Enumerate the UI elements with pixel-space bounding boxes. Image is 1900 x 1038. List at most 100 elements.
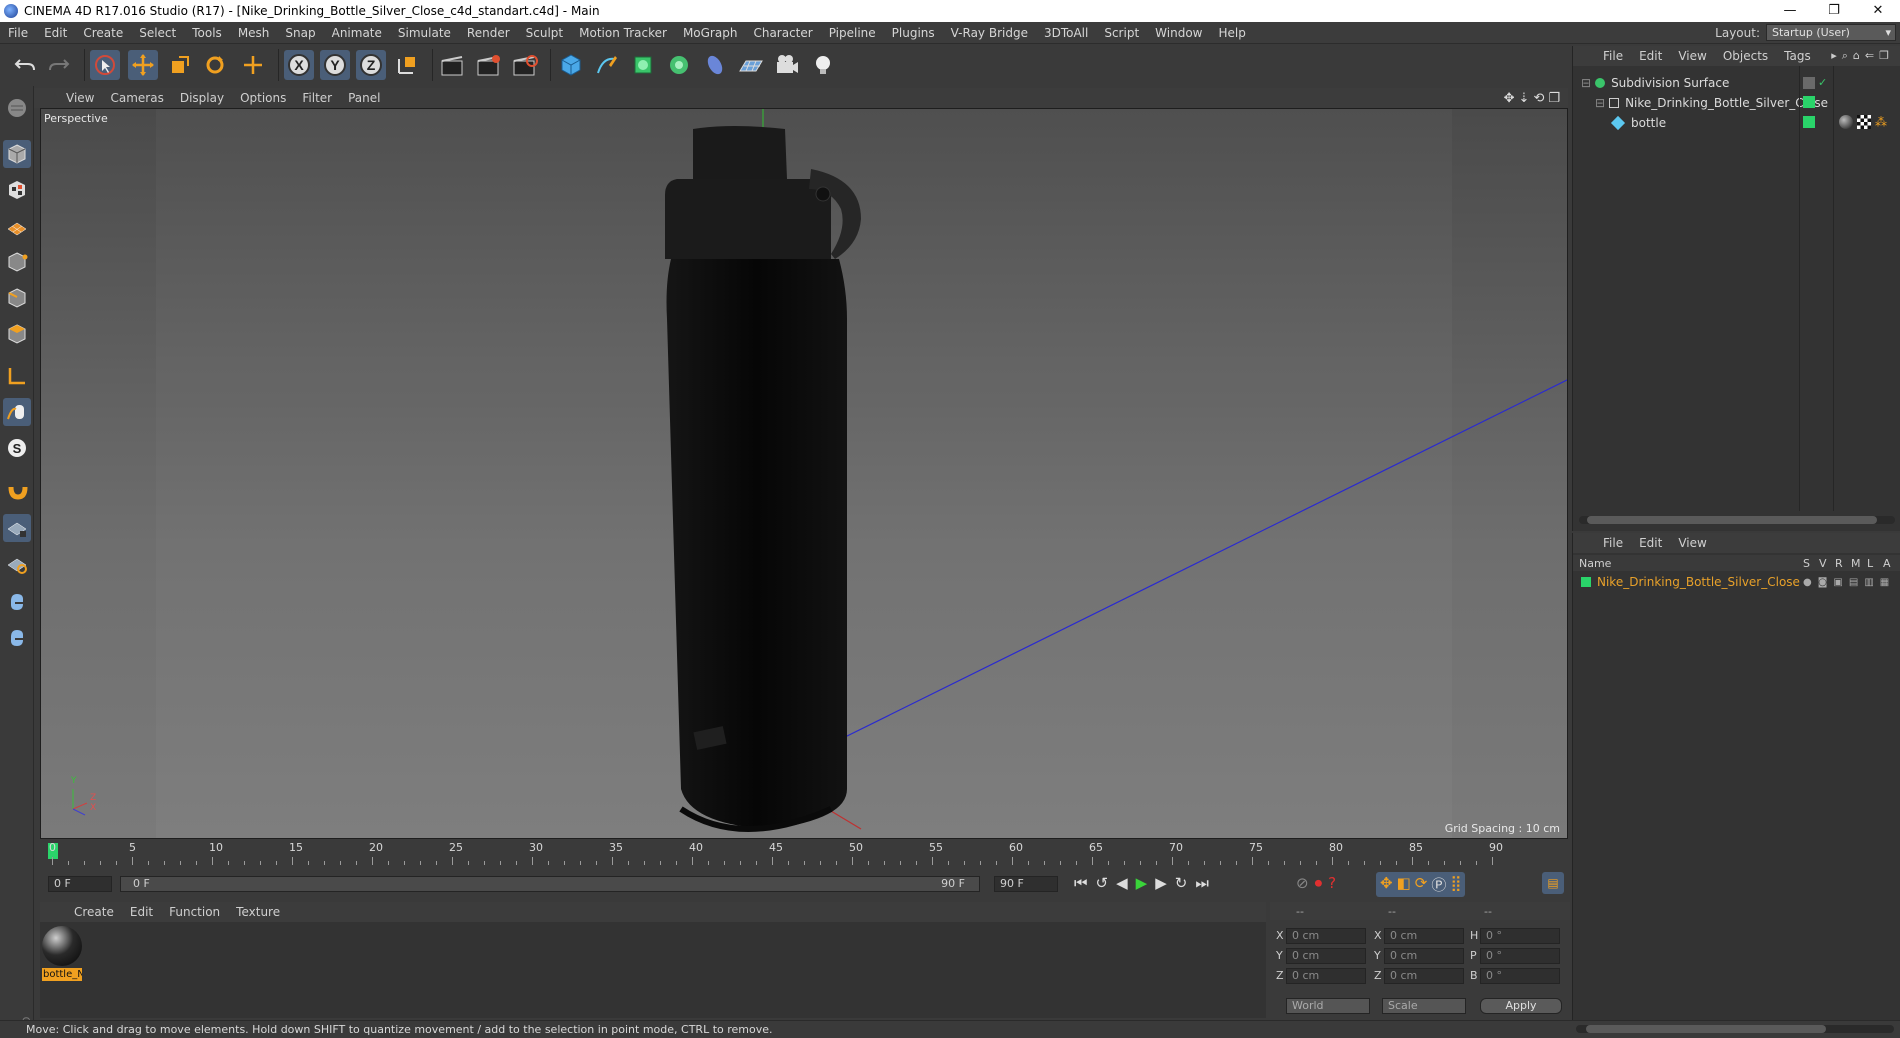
autokeying-icon[interactable]: ? <box>1328 874 1336 892</box>
python-script-icon[interactable] <box>3 588 31 616</box>
live-selection-icon[interactable] <box>90 50 120 80</box>
3d-viewport[interactable] <box>40 108 1568 839</box>
object-row[interactable]: ⊟ Nike_Drinking_Bottle_Silver_Close <box>1595 94 1828 112</box>
x-axis-lock-icon[interactable]: X <box>284 50 314 80</box>
size-value-field[interactable]: 0 cm <box>1384 948 1464 964</box>
minimize-button[interactable]: — <box>1768 0 1812 22</box>
viewport-menu-filter[interactable]: Filter <box>294 91 340 105</box>
object-row[interactable]: bottle <box>1610 114 1666 132</box>
menu-mograph[interactable]: MoGraph <box>675 26 746 40</box>
deformer-icon[interactable] <box>700 50 730 80</box>
key-point-level-icon[interactable]: ⣿ <box>1450 874 1461 895</box>
layer-row[interactable]: Nike_Drinking_Bottle_Silver_Close <box>1581 573 1800 591</box>
mat-menu-edit[interactable]: Edit <box>122 905 161 919</box>
light-icon[interactable] <box>808 50 838 80</box>
viewport-menu-panel[interactable]: Panel <box>340 91 388 105</box>
axis-mode-icon[interactable] <box>3 362 31 390</box>
render-settings-icon[interactable] <box>510 50 540 80</box>
spline-pen-icon[interactable] <box>592 50 622 80</box>
timeline-ruler[interactable]: 0 5 10 15 20 25 30 35 40 45 50 55 60 65 70 75 80 85 90 <box>40 839 1570 869</box>
tweak-mode-icon[interactable] <box>3 398 31 426</box>
material-swatch[interactable]: bottle_N <box>42 926 82 984</box>
layer-color-icon[interactable] <box>1803 96 1815 108</box>
menu-animate[interactable]: Animate <box>324 26 390 40</box>
object-row[interactable]: ⊟ Subdivision Surface <box>1581 74 1729 92</box>
viewport-menu-options[interactable]: Options <box>232 91 294 105</box>
menu-edit[interactable]: Edit <box>36 26 75 40</box>
tree-collapse-icon[interactable]: ⊟ <box>1595 96 1605 110</box>
frame-range-slider[interactable]: 0 F 90 F <box>120 876 980 892</box>
column-l[interactable]: L <box>1867 557 1873 570</box>
current-frame-field[interactable]: 0 F <box>48 876 112 892</box>
polygons-mode-icon[interactable] <box>3 320 31 348</box>
points-mode-icon[interactable] <box>3 248 31 276</box>
layout-select[interactable]: Startup (User) <box>1766 24 1896 41</box>
subdivision-surface-icon[interactable] <box>628 50 658 80</box>
menu-help[interactable]: Help <box>1210 26 1253 40</box>
coordinate-mode-select[interactable]: World <box>1286 998 1370 1014</box>
menu-window[interactable]: Window <box>1147 26 1210 40</box>
restore-button[interactable]: ❐ <box>1812 0 1856 22</box>
menu-pipeline[interactable]: Pipeline <box>821 26 884 40</box>
om-search-icons[interactable]: ▸⌕⌂⇐❐ <box>1831 49 1894 63</box>
apply-button[interactable]: Apply <box>1480 998 1562 1014</box>
mat-menu-texture[interactable]: Texture <box>228 905 288 919</box>
position-value-field[interactable]: 0 cm <box>1286 928 1366 944</box>
floor-icon[interactable] <box>736 50 766 80</box>
om-menu-view[interactable]: View <box>1670 49 1714 63</box>
key-scale-icon[interactable]: ◧ <box>1397 874 1411 895</box>
enable-grid-lock-icon[interactable] <box>3 514 31 542</box>
column-a[interactable]: A <box>1883 557 1891 570</box>
redo-icon[interactable] <box>44 50 74 80</box>
phong-tag-icon[interactable]: ⁂ <box>1875 115 1889 129</box>
column-name[interactable]: Name <box>1579 557 1611 570</box>
menu-character[interactable]: Character <box>745 26 820 40</box>
edges-mode-icon[interactable] <box>3 284 31 312</box>
rotation-value-field[interactable]: 0 ° <box>1480 948 1560 964</box>
end-frame-field[interactable]: 90 F <box>994 876 1058 892</box>
key-position-icon[interactable]: ✥ <box>1380 874 1393 895</box>
model-mode-icon[interactable] <box>3 140 31 168</box>
menu-render[interactable]: Render <box>459 26 518 40</box>
layer-flag-icons[interactable]: ●◙▣▤▥▦ <box>1803 577 1895 588</box>
workplane-axis-icon[interactable] <box>3 550 31 578</box>
record-active-objects-icon[interactable]: ⏺ <box>1315 874 1323 892</box>
timeline-window-icon[interactable]: ▤ <box>1542 872 1564 894</box>
menu-script[interactable]: Script <box>1096 26 1147 40</box>
menu-vray-bridge[interactable]: V-Ray Bridge <box>943 26 1036 40</box>
tree-collapse-icon[interactable]: ⊟ <box>1581 76 1591 90</box>
lm-menu-view[interactable]: View <box>1670 536 1714 550</box>
menu-plugins[interactable]: Plugins <box>884 26 943 40</box>
rotation-value-field[interactable]: 0 ° <box>1480 928 1560 944</box>
column-r[interactable]: R <box>1835 557 1843 570</box>
column-m[interactable]: M <box>1851 557 1861 570</box>
texture-mode-icon[interactable] <box>3 176 31 204</box>
next-key-icon[interactable]: ↻ <box>1175 874 1188 892</box>
menu-mesh[interactable]: Mesh <box>230 26 278 40</box>
cube-primitive-icon[interactable] <box>556 50 586 80</box>
mat-menu-function[interactable]: Function <box>161 905 228 919</box>
menu-tools[interactable]: Tools <box>184 26 230 40</box>
horizontal-scrollbar[interactable] <box>1579 516 1895 524</box>
viewport-menu-cameras[interactable]: Cameras <box>102 91 171 105</box>
scale-tool-icon[interactable] <box>165 50 195 80</box>
snap-icon[interactable]: S <box>3 434 31 462</box>
om-menu-tags[interactable]: Tags <box>1776 49 1819 63</box>
camera-icon[interactable] <box>772 50 802 80</box>
rotation-value-field[interactable]: 0 ° <box>1480 968 1560 984</box>
menu-3dtoall[interactable]: 3DToAll <box>1036 26 1096 40</box>
z-axis-lock-icon[interactable]: Z <box>356 50 386 80</box>
om-menu-objects[interactable]: Objects <box>1715 49 1776 63</box>
check-icon[interactable]: ✓ <box>1818 76 1827 89</box>
menu-simulate[interactable]: Simulate <box>390 26 459 40</box>
menu-motion-tracker[interactable]: Motion Tracker <box>571 26 675 40</box>
magnet-icon[interactable] <box>3 476 31 504</box>
previous-frame-icon[interactable]: ◀ <box>1116 874 1128 892</box>
layer-color-icon[interactable] <box>1803 116 1815 128</box>
menu-create[interactable]: Create <box>75 26 131 40</box>
rotate-tool-icon[interactable] <box>200 50 230 80</box>
workplane-icon[interactable] <box>3 212 31 240</box>
close-button[interactable]: ✕ <box>1856 0 1900 22</box>
position-value-field[interactable]: 0 cm <box>1286 968 1366 984</box>
lm-menu-file[interactable]: File <box>1595 536 1631 550</box>
